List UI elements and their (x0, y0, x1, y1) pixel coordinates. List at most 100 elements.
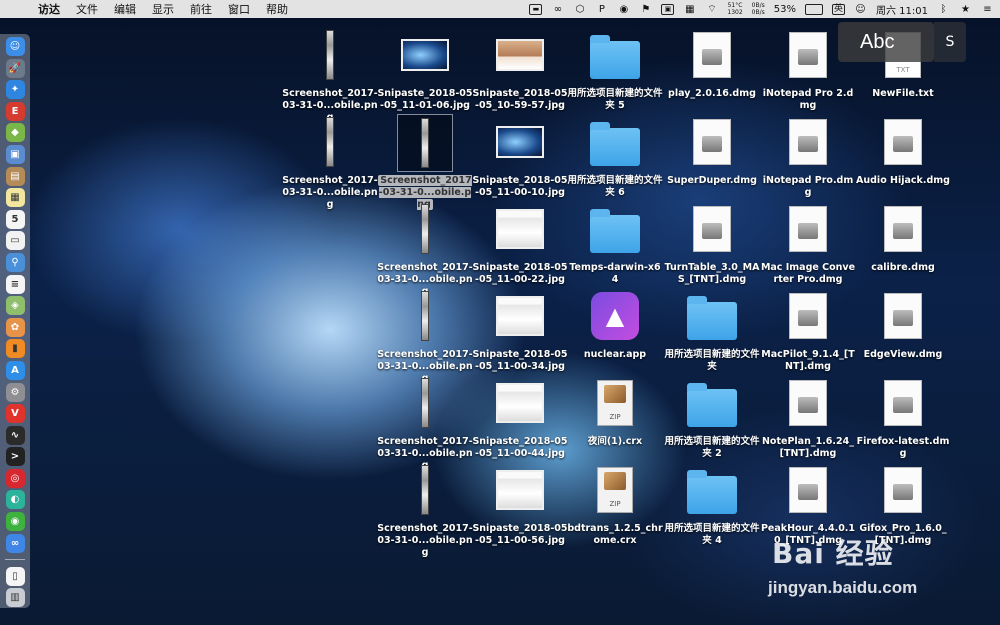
user-icon[interactable]: ☺ (854, 4, 867, 15)
desktop-icon[interactable]: 用所选项目新建的文件夹 6 (567, 115, 663, 203)
menu-help[interactable]: 帮助 (258, 1, 296, 17)
jpg-file-icon (493, 376, 547, 430)
menu-file[interactable]: 文件 (68, 1, 106, 17)
desktop-icon[interactable]: TurnTable_3.0_MAS_[TNT].dmg (664, 202, 760, 290)
battery-percent[interactable]: 53% (774, 4, 796, 15)
desktop-icon[interactable]: ▲ nuclear.app (567, 289, 663, 377)
desktop-icon[interactable]: Snipaste_2018-05-05_11-00-22.jpg (472, 202, 568, 290)
document-icon[interactable]: ▯ (5, 566, 25, 586)
search-app-icon[interactable]: ⚲ (5, 252, 25, 272)
grid-app-icon[interactable]: ▦ (683, 4, 696, 15)
desktop-icon[interactable]: 用所选项目新建的文件夹 5 (567, 28, 663, 116)
desktop-icon-label-text: MacPilot_9.1.4_[TNT].dmg (761, 349, 855, 372)
folder-icon (588, 28, 642, 82)
safari-icon[interactable]: ✦ (5, 80, 25, 100)
baidu-netdisk-icon[interactable]: ∞ (5, 533, 25, 553)
app-store-icon[interactable]: A (5, 360, 25, 380)
app-red-icon[interactable]: E (5, 101, 25, 121)
desktop-icon[interactable]: Screenshot_2017-03-31-0...obile.png (377, 376, 473, 471)
desktop-icon[interactable]: EdgeView.dmg (855, 289, 951, 377)
desktop-icon-label-text: Screenshot_2017-03-31-0...obile.png (282, 175, 378, 210)
disk-image-icon (876, 289, 930, 343)
desktop-icon[interactable]: Firefox-latest.dmg (855, 376, 951, 464)
activity-monitor-icon[interactable]: ∿ (5, 425, 25, 445)
folder-icon (588, 202, 642, 256)
desktop-icon[interactable]: Snipaste_2018-05-05_11-01-06.jpg (377, 28, 473, 116)
menu-edit[interactable]: 编辑 (106, 1, 144, 17)
desktop-icon[interactable]: Snipaste_2018-05-05_11-00-10.jpg (472, 115, 568, 203)
desktop-icon-label: 用所选项目新建的文件夹 4 (664, 523, 760, 547)
disk-image-icon (685, 28, 739, 82)
app-green-icon[interactable]: ◐ (5, 490, 25, 510)
battery-icon[interactable] (805, 3, 823, 15)
bluetooth-icon[interactable]: ᛒ (937, 4, 950, 15)
clock[interactable]: 周六 11:01 (876, 2, 928, 17)
menu-go[interactable]: 前往 (182, 1, 220, 17)
desktop-icon[interactable]: Temps-darwin-x64 (567, 202, 663, 290)
system-preferences-icon[interactable]: ⚙ (5, 382, 25, 402)
menu-window[interactable]: 窗口 (220, 1, 258, 17)
netease-music-icon[interactable]: ◎ (5, 468, 25, 488)
desktop-icon-label: Audio Hijack.dmg (855, 175, 951, 187)
wechat-icon[interactable]: ◉ (5, 512, 25, 532)
desktop-icon[interactable]: ZIP 夜间(1).crx (567, 376, 663, 464)
desktop-icon[interactable]: Screenshot_2017-03-31-0...obile.png (282, 115, 378, 210)
flag-icon[interactable]: ⚑ (639, 4, 652, 15)
glasses-icon[interactable]: ∞ (551, 4, 564, 15)
desktop-icon[interactable]: Snipaste_2018-05-05_11-00-34.jpg (472, 289, 568, 377)
desktop-icon[interactable]: Screenshot_2017-03-31-0...obile.png (377, 114, 473, 210)
desktop-icon[interactable]: 用所选项目新建的文件夹 4 (664, 463, 760, 551)
stickies-icon[interactable]: ▦ (5, 188, 25, 208)
dock-separator (5, 559, 25, 561)
notification-center-icon[interactable]: ≡ (981, 4, 994, 15)
desktop-icon[interactable]: Screenshot_2017-03-31-0...obile.png (377, 463, 473, 558)
calendar-icon[interactable]: 5 (5, 209, 25, 229)
desktop-icon[interactable]: calibre.dmg (855, 202, 951, 290)
vivaldi-icon[interactable]: V (5, 404, 25, 424)
desktop-icon[interactable]: MacPilot_9.1.4_[TNT].dmg (760, 289, 856, 377)
desktop-icon[interactable]: iNotepad Pro.dmg (760, 115, 856, 203)
menu-view[interactable]: 显示 (144, 1, 182, 17)
network-readout[interactable]: 0B/s 0B/s (752, 2, 765, 16)
desktop-icon-label: EdgeView.dmg (855, 349, 951, 361)
disk-image-icon (685, 115, 739, 169)
desktop-icon[interactable]: Screenshot_2017-03-31-0...obile.png (377, 289, 473, 384)
launchpad-icon[interactable]: 🚀 (5, 58, 25, 78)
desktop-icon[interactable]: SuperDuper.dmg (664, 115, 760, 203)
desktop-icon[interactable]: play_2.0.16.dmg (664, 28, 760, 116)
temp-fan-readout[interactable]: 51°C 1302 (727, 2, 742, 16)
notes-brown-icon[interactable]: ▤ (5, 166, 25, 186)
cube-icon[interactable]: ⬡ (573, 4, 586, 15)
wifi-icon[interactable]: ⌔ (705, 4, 718, 15)
finder-icon[interactable]: ☺ (5, 37, 25, 56)
wechat-status-icon[interactable]: ◉ (617, 4, 630, 15)
preview-icon[interactable]: ▣ (5, 144, 25, 164)
desktop-icon[interactable]: Audio Hijack.dmg (855, 115, 951, 203)
desktop-icon-label: NotePlan_1.6.24_[TNT].dmg (760, 436, 856, 460)
ibooks-icon[interactable]: ▮ (5, 339, 25, 359)
desktop-icon[interactable]: 用所选项目新建的文件夹 2 (664, 376, 760, 464)
spotlight-icon[interactable]: ★ (959, 4, 972, 15)
desktop-icon[interactable]: 用所选项目新建的文件夹 (664, 289, 760, 377)
desktop-icon[interactable]: Snipaste_2018-05-05_10-59-57.jpg (472, 28, 568, 116)
clipboard-icon[interactable]: ▣ (661, 3, 675, 15)
trash-icon[interactable]: ▥ (5, 588, 25, 608)
desktop-icon[interactable]: Screenshot_2017-03-31-0...obile.png (282, 28, 378, 123)
input-method-badge[interactable]: 英 (832, 3, 845, 15)
terminal-icon[interactable]: > (5, 447, 25, 467)
p-app-icon[interactable]: P (595, 4, 608, 15)
menu-app-name[interactable]: 访达 (30, 1, 68, 17)
desktop-icon[interactable]: Mac Image Converter Pro.dmg (760, 202, 856, 290)
notes-icon[interactable]: ▭ (5, 231, 25, 251)
reminders-icon[interactable]: ≡ (5, 274, 25, 294)
photos-icon[interactable]: ✿ (5, 317, 25, 337)
android-icon[interactable]: ◆ (5, 123, 25, 143)
desktop-icon[interactable]: Screenshot_2017-03-31-0...obile.png (377, 202, 473, 297)
maps-icon[interactable]: ◈ (5, 296, 25, 316)
desktop-icon[interactable]: ZIP bdtrans_1.2.5_chrome.crx (567, 463, 663, 551)
desktop-icon[interactable]: Snipaste_2018-05-05_11-00-56.jpg (472, 463, 568, 551)
disk-image-icon (781, 463, 835, 517)
battery-toggle-icon[interactable]: ▬ (529, 3, 543, 15)
desktop-icon[interactable]: NotePlan_1.6.24_[TNT].dmg (760, 376, 856, 464)
desktop-icon[interactable]: Snipaste_2018-05-05_11-00-44.jpg (472, 376, 568, 464)
